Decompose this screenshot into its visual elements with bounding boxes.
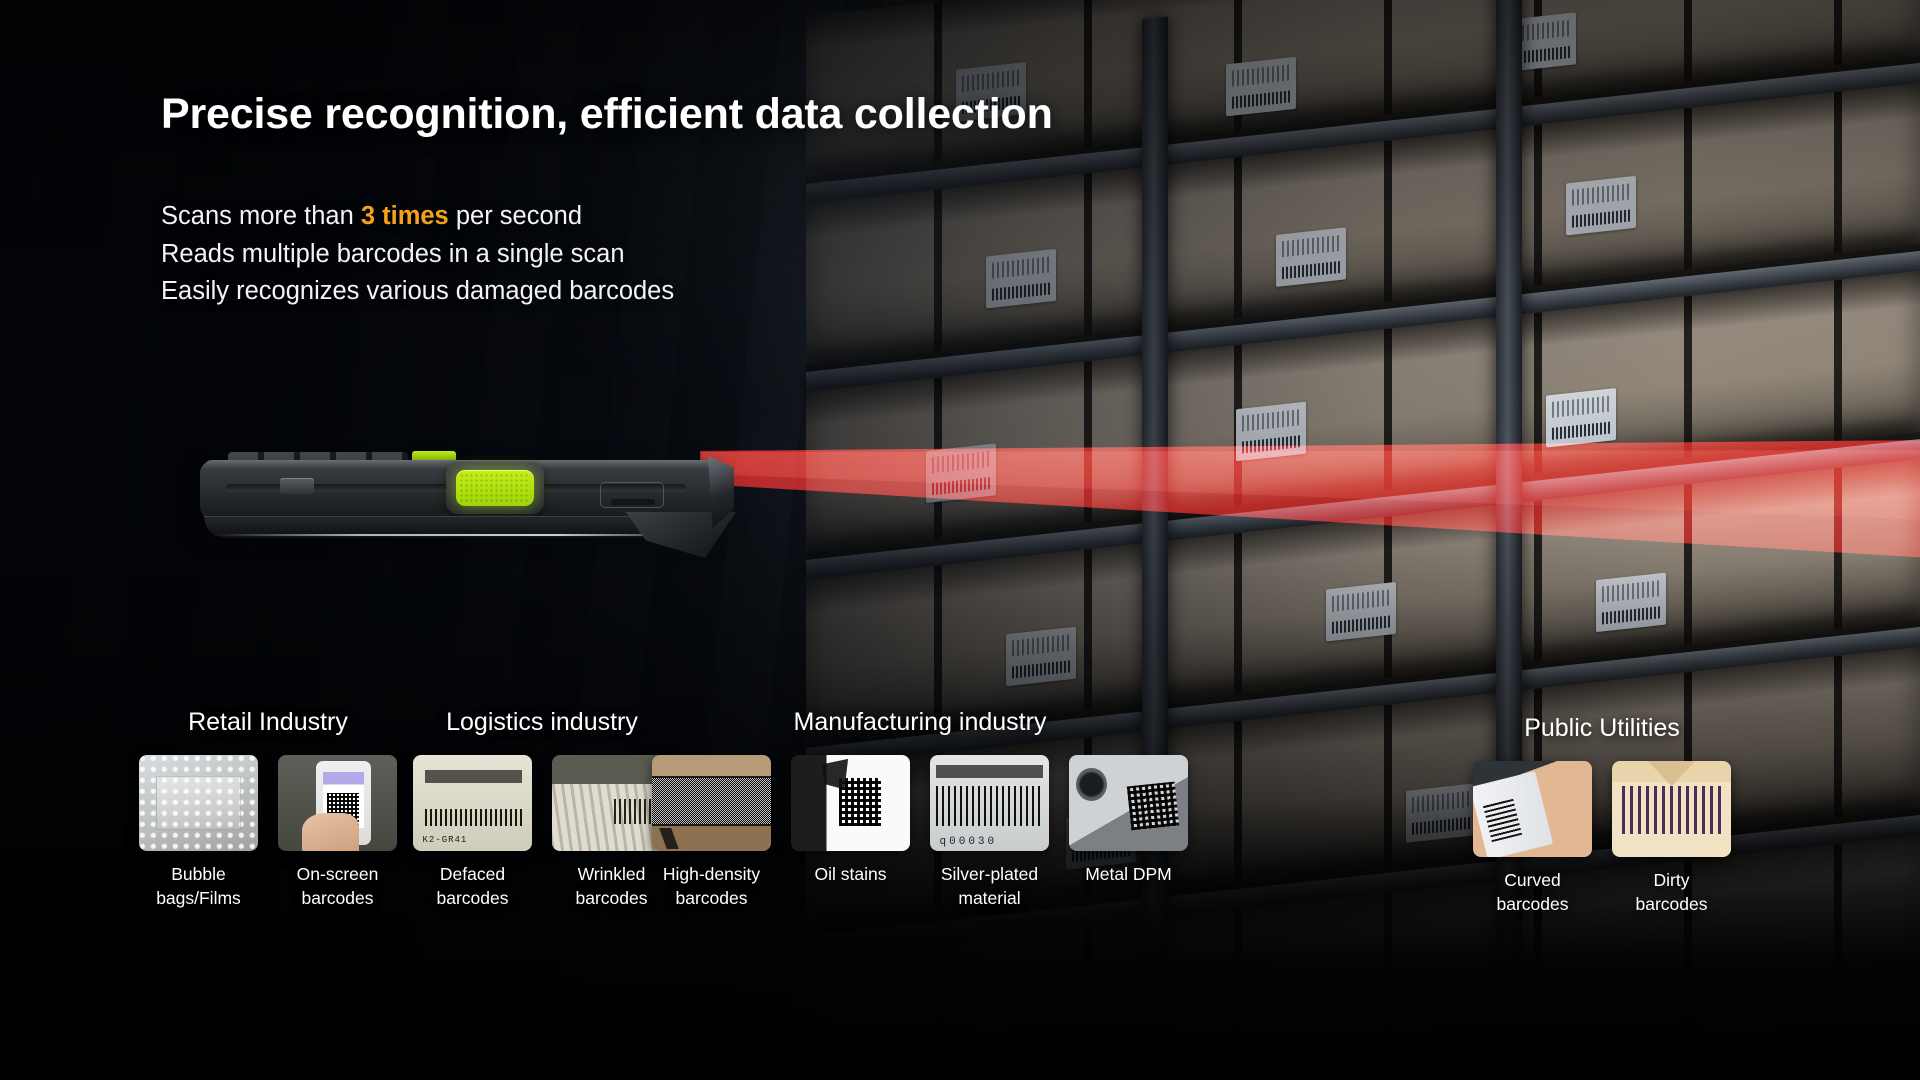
tile-dirty-barcodes[interactable]: Dirty barcodes [1612, 761, 1731, 916]
shipping-label-code: K2-GR41 [422, 835, 468, 846]
tile-on-screen-barcodes[interactable]: On-screen barcodes [278, 755, 397, 910]
device-port [600, 482, 664, 508]
device-side-button[interactable] [280, 478, 314, 494]
thumb-curved-barcodes[interactable] [1473, 761, 1592, 857]
tile-bubble-bags-films[interactable]: Bubble bags/Films [139, 755, 258, 910]
tile-row-public-utilities: Curved barcodes Dirty barcodes [1452, 761, 1752, 916]
industry-groups: Retail Industry Bubble bags/Films On-scre… [0, 708, 1920, 1048]
feature-bullet-list: Scans more than 3 times per second Reads… [161, 198, 674, 311]
tile-high-density-barcodes[interactable]: High-density barcodes [652, 755, 771, 910]
industry-group-public-utilities: Public Utilities Curved barcodes Dirty bar… [1452, 714, 1752, 916]
feature-bullet-3: Easily recognizes various damaged barcod… [161, 277, 675, 305]
tile-row-logistics: K2-GR41 Defaced barcodes Wrinkled barcodes [392, 755, 692, 910]
thumb-bubble-bags-films[interactable] [139, 755, 258, 851]
handheld-scanner-device [160, 438, 760, 568]
hand-holding-phone [301, 812, 359, 851]
tile-defaced-barcodes[interactable]: K2-GR41 Defaced barcodes [413, 755, 532, 910]
thumb-high-density-barcodes[interactable] [652, 755, 771, 851]
device-bottom-highlight [212, 534, 702, 536]
tile-silver-plated-material[interactable]: q00030 Silver-plated material [930, 755, 1049, 910]
thumb-silver-plated-material[interactable]: q00030 [930, 755, 1049, 851]
tile-metal-dpm[interactable]: Metal DPM [1069, 755, 1188, 910]
thumb-metal-dpm[interactable] [1069, 755, 1188, 851]
tile-row-manufacturing: High-density barcodes Oil stains q00030 S… [652, 755, 1188, 910]
thumb-defaced-barcodes[interactable]: K2-GR41 [413, 755, 532, 851]
thumb-on-screen-barcodes[interactable] [278, 755, 397, 851]
thumb-oil-stains[interactable] [791, 755, 910, 851]
industry-title-public-utilities: Public Utilities [1524, 714, 1680, 742]
caption-high-density-barcodes: High-density barcodes [662, 864, 761, 908]
industry-group-logistics: Logistics industry K2-GR41 Defaced barcod… [392, 708, 692, 910]
caption-bubble-bags-films: Bubble bags/Films [156, 864, 241, 908]
feature-bullet-1: Scans more than 3 times per second [161, 198, 674, 236]
device-scan-button[interactable] [456, 470, 534, 506]
bullet-1-highlight: 3 times [360, 202, 449, 230]
tile-oil-stains[interactable]: Oil stains [791, 755, 910, 910]
page-title: Precise recognition, efficient data coll… [161, 90, 1053, 138]
caption-oil-stains: Oil stains [814, 864, 887, 884]
industry-title-logistics: Logistics industry [446, 708, 638, 736]
caption-metal-dpm: Metal DPM [1085, 864, 1172, 884]
industry-group-manufacturing: Manufacturing industry High-density barco… [652, 708, 1188, 910]
caption-silver-plated-material: Silver-plated material [940, 864, 1039, 908]
industry-title-manufacturing: Manufacturing industry [793, 708, 1047, 736]
caption-on-screen-barcodes: On-screen barcodes [296, 864, 379, 908]
silver-label-number: q00030 [939, 836, 998, 849]
bullet-1-prefix: Scans more than [161, 202, 361, 230]
thumb-dirty-barcodes[interactable] [1612, 761, 1731, 857]
bullet-1-suffix: per second [448, 202, 583, 230]
industry-group-retail: Retail Industry Bubble bags/Films On-scre… [118, 708, 418, 910]
tile-row-retail: Bubble bags/Films On-screen barcodes [118, 755, 418, 910]
industry-title-retail: Retail Industry [188, 708, 348, 736]
tile-curved-barcodes[interactable]: Curved barcodes [1473, 761, 1592, 916]
hero-banner: Precise recognition, efficient data coll… [0, 0, 1920, 1080]
caption-curved-barcodes: Curved barcodes [1496, 870, 1569, 914]
caption-dirty-barcodes: Dirty barcodes [1635, 870, 1708, 914]
caption-defaced-barcodes: Defaced barcodes [436, 864, 509, 908]
feature-bullet-2: Reads multiple barcodes in a single scan [161, 239, 625, 268]
